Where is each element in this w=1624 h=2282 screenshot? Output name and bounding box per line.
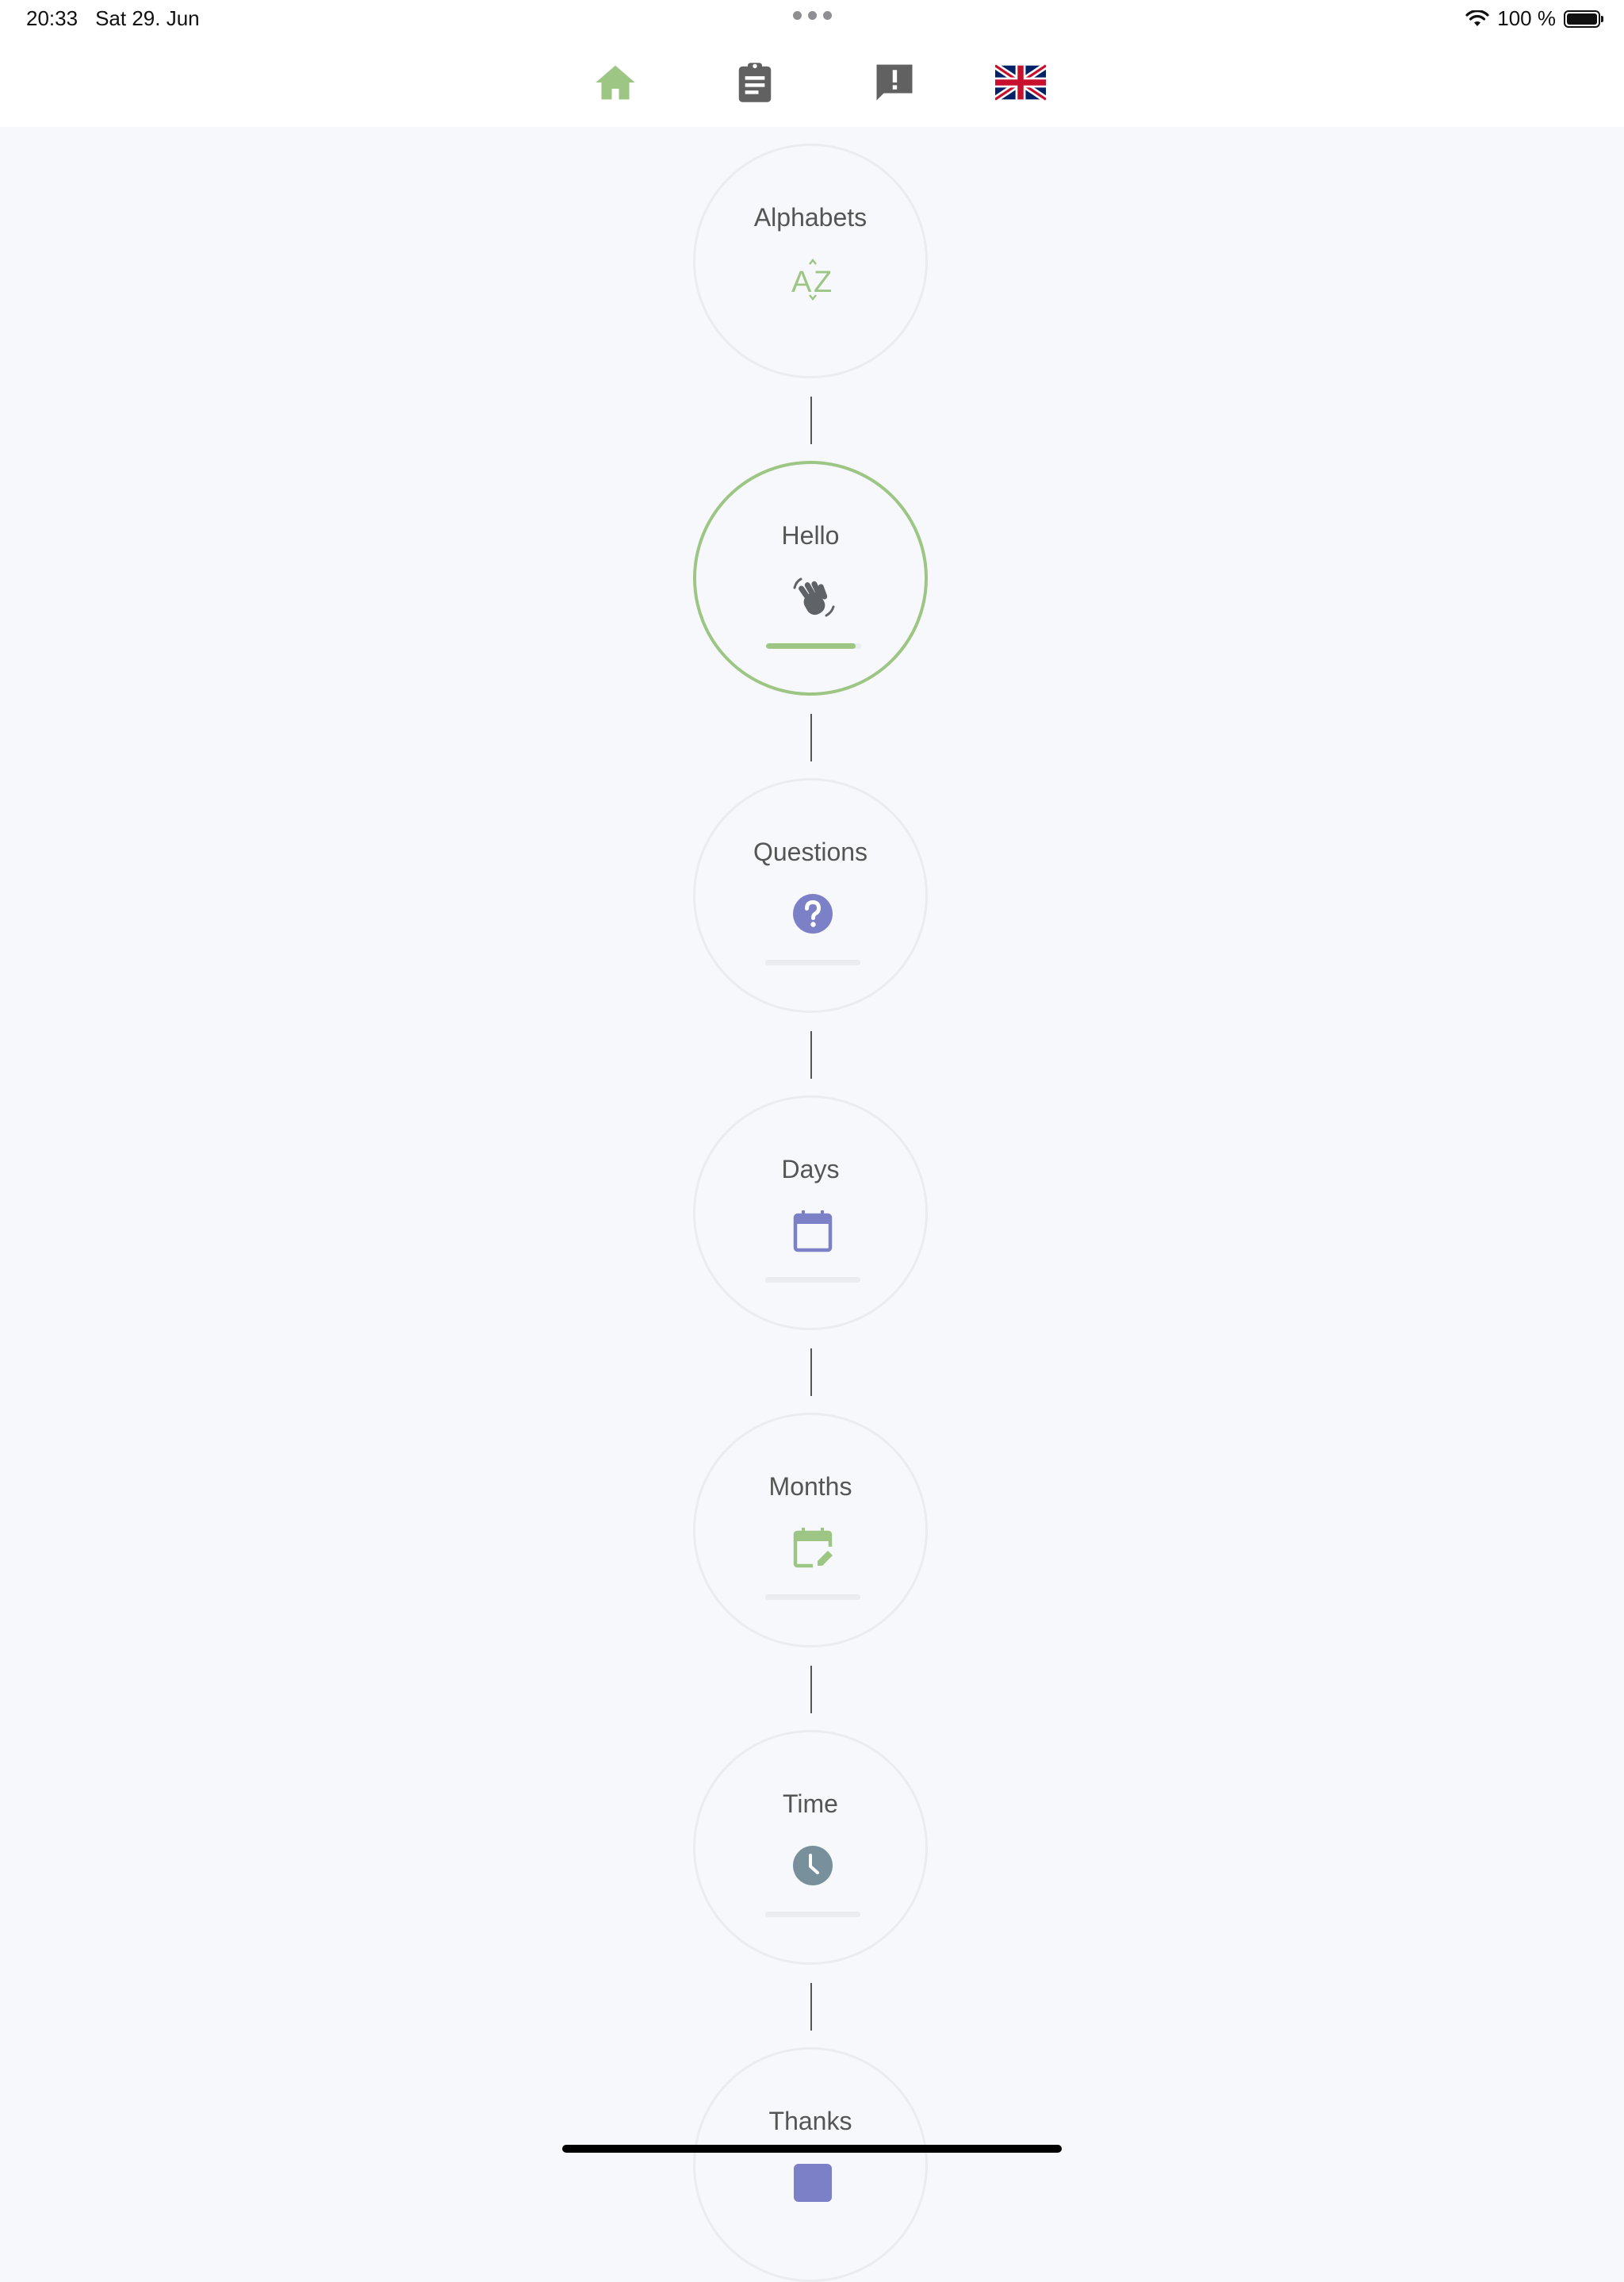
path-connector [810, 1666, 812, 1713]
svg-text:A: A [791, 266, 812, 299]
path-connector [810, 1983, 812, 2031]
lesson-progress-bar [766, 643, 861, 649]
lesson-node-hello[interactable]: Hello [693, 461, 928, 696]
lesson-path: Alphabets A Z Hello Questions Days Month… [0, 0, 1624, 2282]
lesson-progress-bar [765, 960, 860, 965]
path-connector [810, 1348, 812, 1396]
sort-alpha-icon: A Z [791, 258, 832, 301]
lesson-label: Hello [781, 521, 840, 550]
path-connector [810, 714, 812, 761]
lesson-progress-bar [765, 1912, 860, 1917]
lesson-node-days[interactable]: Days [693, 1095, 928, 1330]
lesson-progress-bar [765, 1594, 860, 1600]
home-indicator[interactable] [562, 2145, 1062, 2153]
waving-hand-icon [793, 577, 835, 617]
lesson-label: Days [781, 1155, 840, 1183]
lesson-label: Thanks [768, 2107, 852, 2135]
thanks-icon [794, 2164, 832, 2202]
lesson-label: Months [768, 1472, 852, 1501]
lesson-label: Alphabets [753, 203, 868, 232]
lesson-node-questions[interactable]: Questions [693, 778, 928, 1013]
lesson-node-time[interactable]: Time [693, 1730, 928, 1965]
lesson-progress-bar [765, 1277, 860, 1283]
clock-icon [793, 1846, 833, 1885]
help-circle-icon [793, 894, 833, 934]
lesson-label: Time [783, 1789, 838, 1818]
calendar-icon [793, 1210, 833, 1252]
lesson-node-thanks[interactable]: Thanks [693, 2047, 928, 2282]
svg-text:Z: Z [814, 266, 832, 299]
lesson-node-alphabets[interactable]: Alphabets A Z [693, 144, 928, 378]
path-connector [810, 1031, 812, 1079]
path-connector [810, 397, 812, 444]
lesson-label: Questions [753, 838, 868, 866]
calendar-edit-icon [793, 1528, 833, 1568]
lesson-node-months[interactable]: Months [693, 1413, 928, 1647]
